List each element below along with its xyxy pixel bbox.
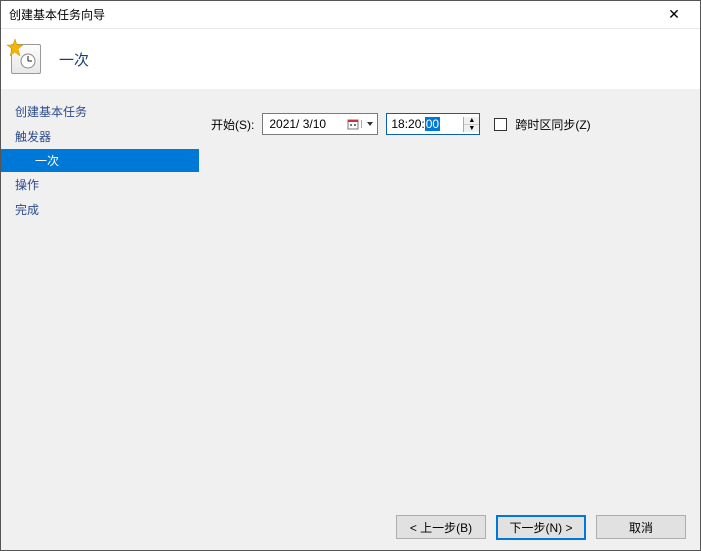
page-title: 一次 (59, 49, 89, 70)
sync-timezone-label: 跨时区同步(Z) (515, 116, 590, 133)
cancel-button[interactable]: 取消 (596, 515, 686, 539)
time-prefix: 18:20: (391, 117, 424, 131)
wizard-body: 创建基本任务 触发器 一次 操作 完成 开始(S): 2021/ 3/10 (1, 89, 700, 504)
date-value: 2021/ 3/10 (263, 117, 345, 131)
wizard-window: 创建基本任务向导 ✕ 一次 创建基本任务 触发器 一次 操作 完成 开始(S): (0, 0, 701, 551)
clock-wizard-icon (11, 44, 41, 74)
spin-down-icon[interactable]: ▼ (464, 125, 479, 132)
next-button[interactable]: 下一步(N) > (496, 515, 586, 540)
time-value: 18:20:00 (387, 117, 463, 131)
start-time-row: 开始(S): 2021/ 3/10 (211, 113, 700, 135)
sidebar-item-once[interactable]: 一次 (1, 149, 199, 172)
sidebar-item-create-task[interactable]: 创建基本任务 (1, 99, 211, 124)
sidebar-item-finish[interactable]: 完成 (1, 197, 211, 222)
sync-timezone-checkbox[interactable] (494, 118, 507, 131)
sidebar-item-trigger[interactable]: 触发器 (1, 124, 211, 149)
time-spinner[interactable]: ▲ ▼ (463, 117, 479, 132)
start-label: 开始(S): (211, 116, 254, 133)
calendar-icon (345, 118, 361, 130)
wizard-sidebar: 创建基本任务 触发器 一次 操作 完成 (1, 89, 211, 504)
time-seconds-selected: 00 (425, 117, 440, 131)
wizard-footer: < 上一步(B) 下一步(N) > 取消 (1, 504, 700, 550)
spin-up-icon[interactable]: ▲ (464, 117, 479, 125)
sidebar-item-action[interactable]: 操作 (1, 172, 211, 197)
titlebar: 创建基本任务向导 ✕ (1, 1, 700, 29)
wizard-header: 一次 (1, 29, 700, 89)
date-dropdown-icon[interactable] (361, 120, 377, 128)
date-picker[interactable]: 2021/ 3/10 (262, 113, 378, 135)
back-button[interactable]: < 上一步(B) (396, 515, 486, 539)
wizard-content: 开始(S): 2021/ 3/10 (211, 89, 700, 504)
window-title: 创建基本任务向导 (9, 6, 654, 23)
time-picker[interactable]: 18:20:00 ▲ ▼ (386, 113, 480, 135)
close-button[interactable]: ✕ (654, 3, 694, 27)
